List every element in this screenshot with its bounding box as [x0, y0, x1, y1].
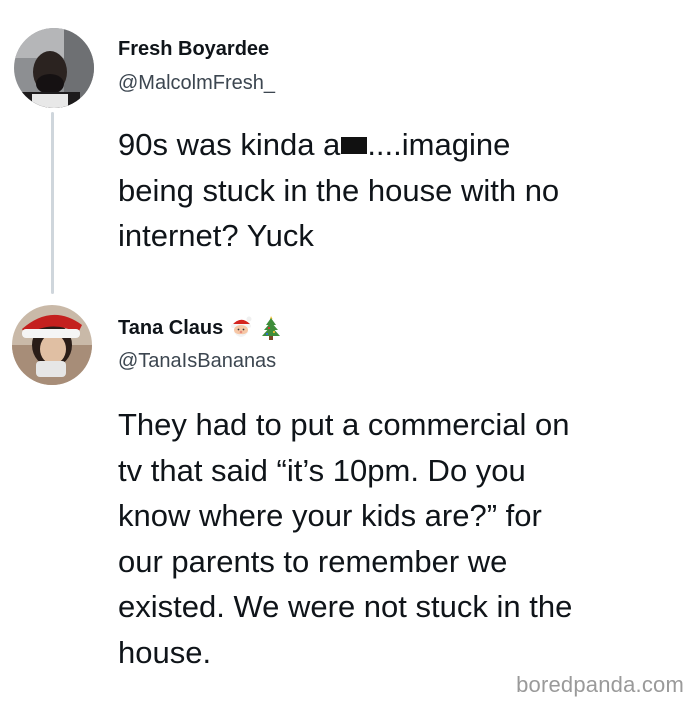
display-name-row-tana-claus: Tana Claus	[118, 315, 283, 341]
tweet-2-line-6: house.	[118, 634, 212, 670]
tweet-2-line-3: know where your kids are?” for	[118, 498, 542, 533]
display-name-tana-claus[interactable]: Tana Claus	[118, 317, 223, 340]
christmas-tree-icon	[259, 315, 283, 341]
tweet-2-line-2: tv that said “it’s 10pm. Do you	[118, 452, 526, 488]
tweet-text-2: They had to put a commercial on tv that …	[118, 402, 698, 675]
tweet-2-line-5: existed. We were not stuck in the	[118, 589, 573, 624]
display-name-fresh-boyardee[interactable]: Fresh Boyardee	[118, 38, 269, 61]
tweet-1-line-2: being stuck in the house with no	[118, 172, 560, 208]
handle-malcolmfresh[interactable]: @MalcolmFresh_	[118, 72, 275, 95]
redacted-word-block	[341, 137, 368, 154]
tweet-1-line-1: 90s was kinda a ....imagine	[118, 122, 698, 168]
boredpanda-watermark: boredpanda.com	[516, 672, 684, 697]
tweet-1-line-3: internet? Yuck	[118, 218, 314, 253]
avatar-fresh-boyardee[interactable]	[14, 28, 94, 108]
tweet-2-line-1: They had to put a commercial on	[118, 407, 570, 442]
tweet-1-line-1-prefix: 90s was kinda a	[118, 127, 341, 162]
tweet-1-line-1-suffix: ....imagine	[367, 127, 511, 162]
santa-face-icon	[229, 315, 253, 341]
handle-tanaisbananas[interactable]: @TanaIsBananas	[118, 350, 276, 373]
thread-connector-line	[51, 112, 54, 294]
avatar-tana-claus[interactable]	[12, 305, 92, 385]
profile-photo-woman-santa-hat-icon	[12, 305, 92, 385]
tweet-text-1: 90s was kinda a ....imagine being stuck i…	[118, 122, 698, 259]
tweet-2-line-4: our parents to remember we	[118, 543, 508, 579]
profile-photo-man-icon	[14, 28, 94, 108]
